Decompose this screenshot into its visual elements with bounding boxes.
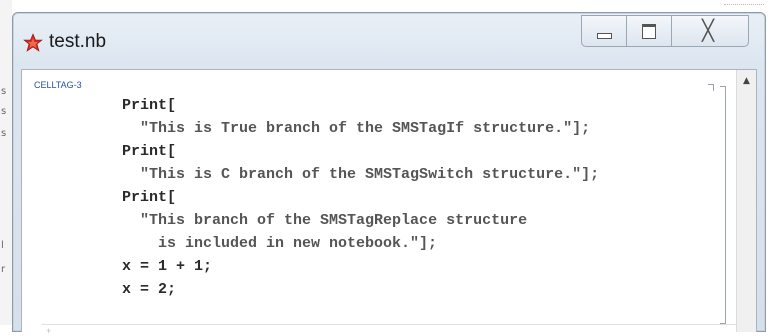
background-app-strip: s s s l r [0, 0, 12, 325]
background-app-fragment: s [1, 128, 7, 139]
code-token: x = 1 + 1; [122, 258, 213, 275]
string-literal: is included in new notebook."]; [158, 235, 438, 252]
string-literal: "This branch of the SMSTagReplace struct… [140, 212, 528, 229]
code-token: Print[ [122, 97, 177, 114]
title-bar[interactable]: test.nb ╳ [13, 13, 765, 69]
code-line[interactable]: is included in new notebook."]; [122, 232, 599, 255]
close-icon: ╳ [702, 18, 715, 42]
window-title: test.nb [49, 31, 107, 52]
code-line[interactable]: x = 2; [122, 278, 599, 301]
code-line[interactable]: "This branch of the SMSTagReplace struct… [122, 209, 599, 232]
code-line[interactable]: "This is C branch of the SMSTagSwitch st… [122, 163, 599, 186]
code-token: Print[ [122, 189, 177, 206]
vertical-scrollbar[interactable]: ▲ [736, 70, 756, 332]
background-app-fragment: r [1, 264, 6, 275]
code-line[interactable]: Print[ [122, 140, 599, 163]
code-line[interactable]: Print[ [122, 186, 599, 209]
mathematica-spikey-icon[interactable] [23, 33, 43, 53]
code-token: Print[ [122, 143, 177, 160]
scroll-up-arrow-icon[interactable]: ▲ [740, 74, 753, 88]
notebook-window: test.nb ╳ CELLTAG-3 Print[ "This is True… [12, 12, 766, 336]
string-literal: "This is True branch of the SMSTagIf str… [140, 120, 591, 137]
background-app-fragment: l [1, 240, 4, 251]
cell-bracket[interactable] [720, 86, 726, 324]
code-token: x = 2; [122, 281, 177, 298]
background-app-fragment: s [1, 86, 7, 97]
input-cell[interactable]: Print[ "This is True branch of the SMSTa… [122, 94, 599, 301]
close-button[interactable]: ╳ [671, 15, 749, 47]
cell-tag-label: CELLTAG-3 [34, 80, 82, 90]
minimize-button[interactable] [581, 15, 627, 47]
string-literal: "This is C branch of the SMSTagSwitch st… [140, 166, 600, 183]
cell-insertion-line[interactable] [42, 324, 742, 326]
code-line[interactable]: x = 1 + 1; [122, 255, 599, 278]
cell-bracket-tick [708, 84, 714, 91]
maximize-icon [642, 24, 656, 39]
maximize-button[interactable] [626, 15, 672, 47]
notebook-content[interactable]: CELLTAG-3 Print[ "This is True branch of… [21, 69, 757, 336]
code-line[interactable]: Print[ [122, 94, 599, 117]
cell-insertion-plus[interactable]: + [46, 326, 51, 336]
minimize-icon [597, 33, 612, 39]
code-line[interactable]: "This is True branch of the SMSTagIf str… [122, 117, 599, 140]
background-ruler-dots [724, 0, 764, 5]
background-app-fragment: s [1, 106, 7, 117]
